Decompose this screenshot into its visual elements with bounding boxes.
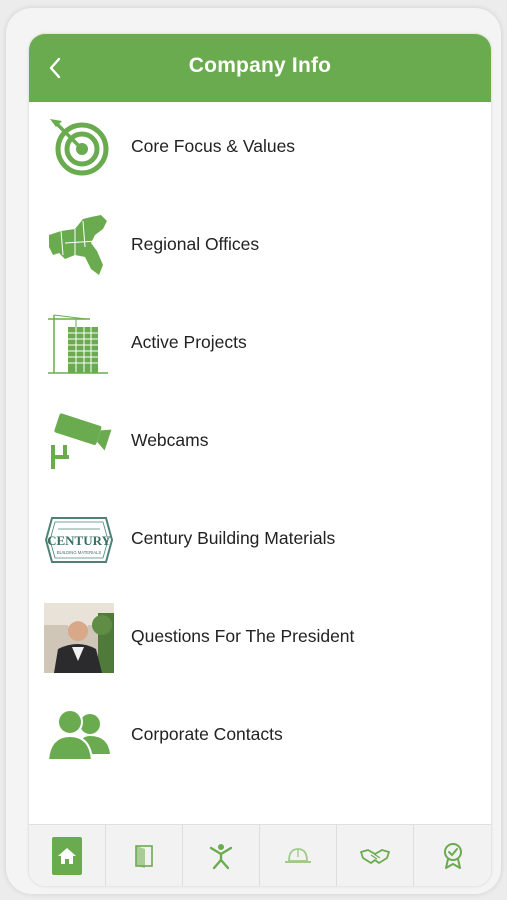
hard-hat-icon xyxy=(285,848,311,863)
menu-item-president[interactable]: Questions For The President xyxy=(29,592,491,684)
target-icon xyxy=(43,112,115,184)
menu-item-label: Regional Offices xyxy=(131,234,260,254)
menu-item-label: Questions For The President xyxy=(131,626,355,646)
menu-item-label: Core Focus & Values xyxy=(131,136,296,156)
menu-item-webcams[interactable]: Webcams xyxy=(29,396,491,488)
app-screen: Company Info Core Focus & Values Regiona… xyxy=(29,34,491,886)
menu-item-regional-offices[interactable]: Regional Offices xyxy=(29,200,491,292)
tab-home[interactable] xyxy=(29,825,106,886)
security-camera-icon xyxy=(43,406,115,478)
home-icon xyxy=(58,848,76,864)
menu-item-label: Century Building Materials xyxy=(131,528,336,548)
menu-item-core-focus[interactable]: Core Focus & Values xyxy=(29,102,491,194)
handshake-icon xyxy=(360,849,390,864)
century-logo-subtext: BUILDING MATERIALS xyxy=(57,550,102,555)
bottom-tab-bar xyxy=(29,824,491,886)
tab-person[interactable] xyxy=(183,825,260,886)
menu-item-century[interactable]: CENTURY BUILDING MATERIALS Century Build… xyxy=(29,494,491,586)
award-badge-icon xyxy=(443,843,462,869)
person-icon xyxy=(209,844,233,870)
regional-map-icon xyxy=(43,210,115,282)
people-icon xyxy=(43,700,115,772)
century-logo-text: CENTURY xyxy=(47,533,111,548)
menu-item-label: Active Projects xyxy=(131,332,247,352)
tab-handshake[interactable] xyxy=(337,825,414,886)
tab-door[interactable] xyxy=(106,825,183,886)
door-icon xyxy=(135,845,153,868)
tab-hard-hat[interactable] xyxy=(260,825,337,886)
president-photo xyxy=(43,602,115,674)
tab-award[interactable] xyxy=(414,825,491,886)
construction-crane-icon xyxy=(43,308,115,380)
device-frame: Company Info Core Focus & Values Regiona… xyxy=(6,8,501,894)
home-tile xyxy=(52,837,82,875)
menu-item-active-projects[interactable]: Active Projects xyxy=(29,298,491,390)
menu-item-corporate-contacts[interactable]: Corporate Contacts xyxy=(29,690,491,782)
page-title: Company Info xyxy=(188,54,332,77)
header-bar: Company Info xyxy=(29,34,491,102)
menu-item-label: Corporate Contacts xyxy=(131,724,283,744)
century-logo: CENTURY BUILDING MATERIALS xyxy=(43,504,115,576)
menu-item-label: Webcams xyxy=(131,430,209,450)
